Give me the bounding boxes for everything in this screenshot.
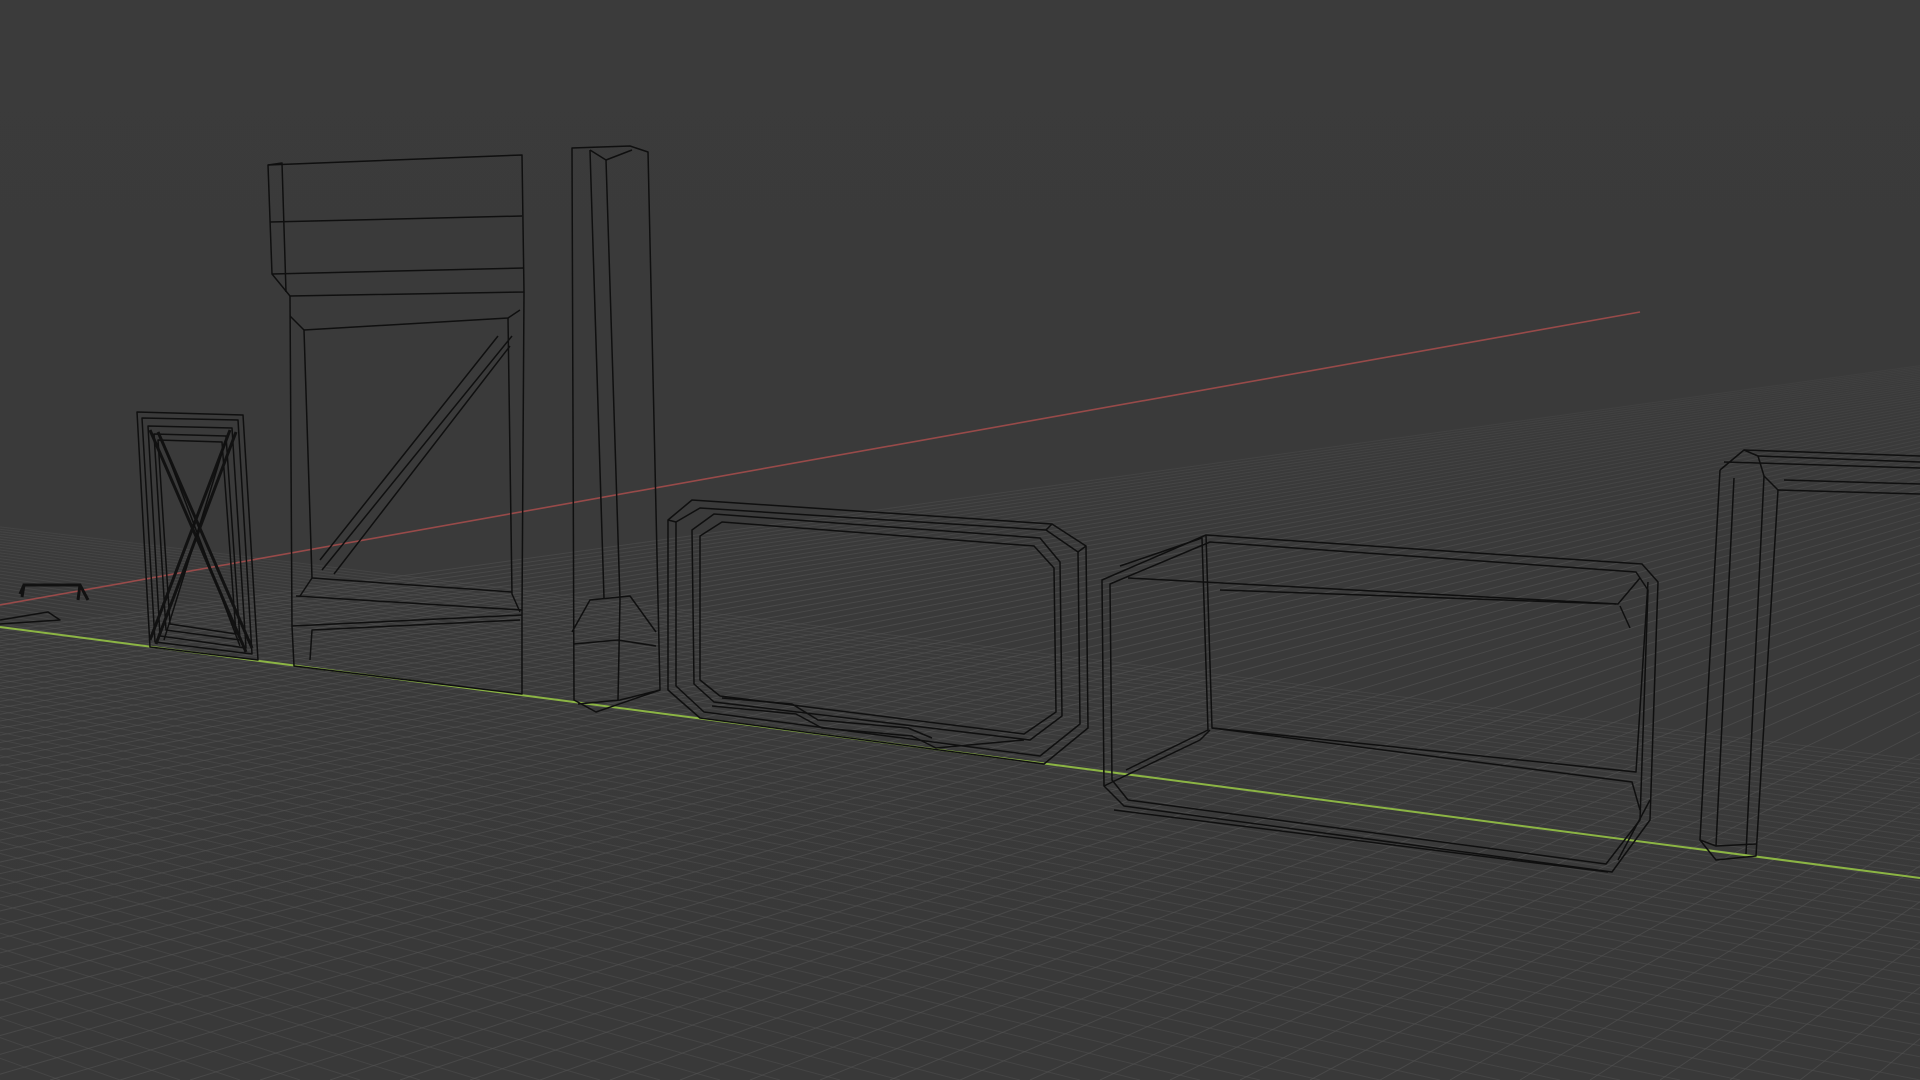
grid-line — [539, 582, 1920, 1080]
3d-viewport[interactable] — [0, 0, 1920, 1080]
grid-line — [889, 643, 1920, 1080]
floor-grid — [0, 365, 1920, 1080]
viewport-canvas[interactable] — [0, 0, 1920, 1080]
tall-door-frame[interactable] — [267, 154, 525, 695]
grid-line — [1029, 674, 1920, 1080]
grid-line — [959, 658, 1920, 1080]
grid-line — [0, 731, 1621, 1080]
grid-line — [0, 1037, 121, 1080]
grid-line — [749, 616, 1920, 1080]
grid-line — [1309, 753, 1920, 1080]
grid-line — [0, 739, 1561, 1080]
grid-line — [1729, 941, 1920, 1080]
grid-line — [1099, 692, 1920, 1080]
grid-line — [1519, 833, 1920, 1080]
grid-line — [0, 501, 1920, 1037]
open-box-frame[interactable] — [1101, 534, 1659, 873]
x-brace-crate[interactable] — [136, 411, 259, 661]
grid-line — [0, 717, 1741, 1080]
